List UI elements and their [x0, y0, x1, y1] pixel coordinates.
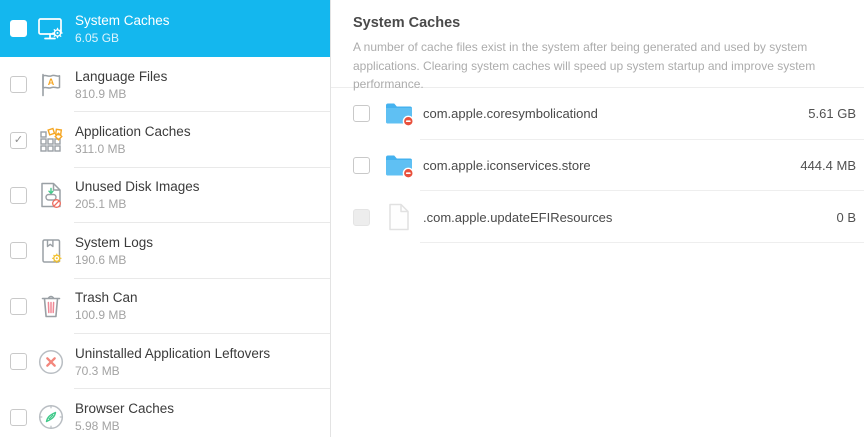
file-checkbox[interactable] — [353, 157, 370, 175]
item-checkbox[interactable] — [10, 297, 27, 315]
sidebar-item-label: System Caches — [75, 12, 170, 28]
sidebar-item-size: 5.98 MB — [75, 419, 120, 434]
file-name: com.apple.iconservices.store — [423, 158, 591, 174]
category-description: A number of cache files exist in the sys… — [353, 40, 816, 92]
file-size: 444.4 MB — [800, 158, 856, 174]
item-checkbox[interactable] — [10, 353, 27, 371]
system-logs-book-icon — [36, 236, 66, 266]
app-window: System Caches 6.05 GB A Language Files 8… — [0, 0, 864, 437]
sidebar-item-size: 810.9 MB — [75, 86, 127, 101]
detail-panel: System Caches A number of cache files ex… — [331, 0, 864, 437]
application-grid-icon — [36, 125, 66, 155]
detail-header: System Caches A number of cache files ex… — [331, 0, 864, 91]
sidebar-item-size: 190.6 MB — [75, 252, 127, 267]
sidebar-item-label: Trash Can — [75, 290, 138, 306]
category-sidebar: System Caches 6.05 GB A Language Files 8… — [0, 0, 331, 437]
sidebar-item[interactable]: Unused Disk Images 205.1 MB — [0, 168, 330, 224]
sidebar-item[interactable]: Uninstalled Application Leftovers 70.3 M… — [0, 334, 330, 390]
sidebar-item-label: Browser Caches — [75, 401, 175, 417]
sidebar-item[interactable]: Trash Can 100.9 MB — [0, 279, 330, 335]
file-row[interactable]: com.apple.iconservices.store 444.4 MB — [331, 140, 864, 192]
sidebar-item-size: 6.05 GB — [75, 30, 120, 45]
file-checkbox[interactable] — [353, 105, 370, 123]
category-list: System Caches 6.05 GB A Language Files 8… — [0, 0, 330, 437]
file-checkbox[interactable] — [353, 208, 370, 226]
sidebar-item-label: Unused Disk Images — [75, 179, 200, 195]
sidebar-item[interactable]: A Language Files 810.9 MB — [0, 57, 330, 113]
trash-can-icon — [36, 291, 66, 321]
item-checkbox[interactable] — [10, 408, 27, 426]
sidebar-item-label: Uninstalled Application Leftovers — [75, 345, 271, 361]
sidebar-item-size: 205.1 MB — [75, 197, 127, 212]
sidebar-item[interactable]: Browser Caches 5.98 MB — [0, 389, 330, 437]
sidebar-item-size: 70.3 MB — [75, 363, 120, 378]
svg-text:A: A — [48, 76, 55, 86]
sidebar-item-size: 100.9 MB — [75, 308, 127, 323]
sidebar-item-label: System Logs — [75, 234, 154, 250]
sidebar-item[interactable]: System Caches 6.05 GB — [0, 0, 330, 57]
sidebar-item-label: Application Caches — [75, 124, 191, 140]
folder-icon — [384, 152, 414, 180]
item-checkbox[interactable] — [10, 186, 27, 204]
browser-compass-icon — [36, 402, 66, 432]
sidebar-item-size: 311.0 MB — [75, 142, 126, 157]
file-size: 0 B — [836, 209, 856, 225]
item-checkbox[interactable] — [10, 76, 27, 94]
item-checkbox[interactable] — [10, 131, 27, 149]
file-size: 5.61 GB — [808, 106, 856, 122]
page-title: System Caches — [353, 15, 461, 31]
folder-icon — [384, 100, 414, 128]
file-row[interactable]: .com.apple.updateEFIResources 0 B — [331, 191, 864, 243]
file-row[interactable]: com.apple.coresymbolicationd 5.61 GB — [331, 88, 864, 140]
file-name: com.apple.coresymbolicationd — [423, 106, 598, 122]
item-checkbox[interactable] — [10, 242, 27, 260]
item-checkbox[interactable] — [10, 20, 27, 37]
sidebar-item[interactable]: Application Caches 311.0 MB — [0, 112, 330, 169]
sidebar-item-label: Language Files — [75, 68, 168, 84]
system-caches-monitor-gear-icon — [36, 14, 66, 44]
file-icon — [384, 203, 414, 231]
sidebar-item[interactable]: System Logs 190.6 MB — [0, 223, 330, 279]
file-list: com.apple.coresymbolicationd 5.61 GB com… — [331, 88, 864, 243]
language-flag-icon: A — [36, 70, 66, 100]
uninstalled-x-icon — [36, 347, 66, 377]
disk-image-icon — [36, 180, 66, 210]
file-name: .com.apple.updateEFIResources — [423, 209, 613, 225]
